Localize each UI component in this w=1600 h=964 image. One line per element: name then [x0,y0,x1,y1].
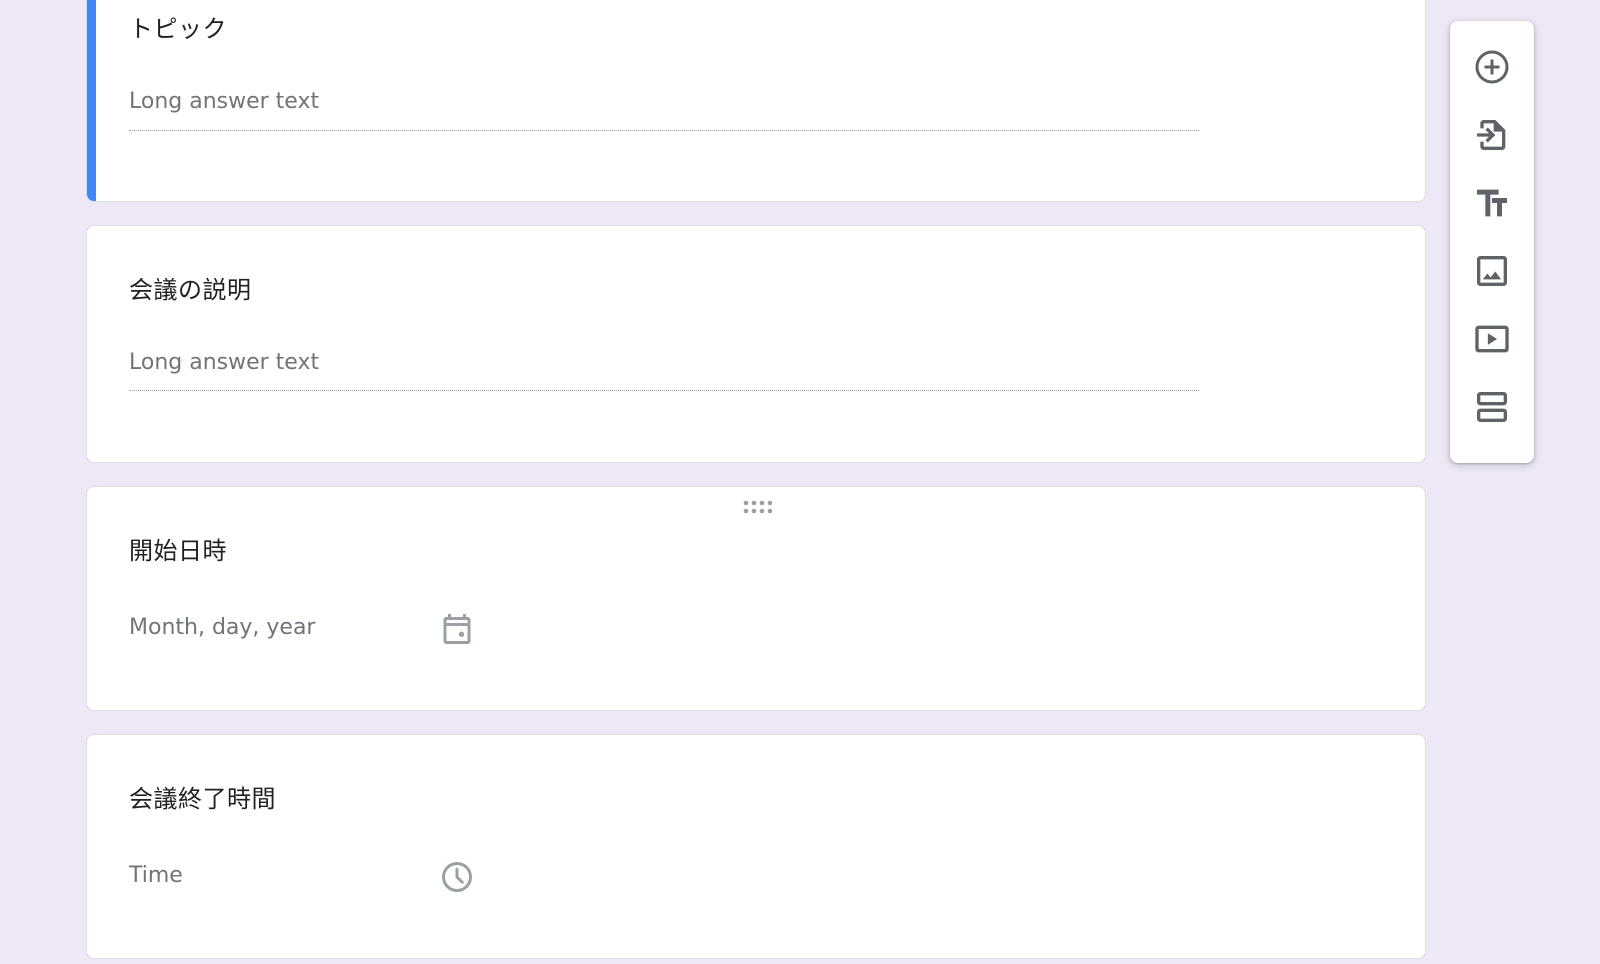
question-title[interactable]: トピック [129,9,227,44]
import-questions-icon [1477,120,1506,150]
question-card-end-time[interactable]: 会議終了時間 Time [86,734,1426,959]
question-card-topic[interactable]: トピック Long answer text [86,0,1426,202]
image-icon [1477,256,1507,286]
question-card-description[interactable]: 会議の説明 Long answer text [86,225,1426,463]
import-questions-button[interactable] [1462,105,1522,165]
section-icon [1477,392,1507,422]
question-title[interactable]: 開始日時 [129,531,227,566]
drag-handle-icon[interactable] [742,499,772,515]
active-card-indicator [87,0,96,201]
add-image-button[interactable] [1462,241,1522,301]
add-circle-icon [1475,50,1509,84]
add-question-button[interactable] [1462,37,1522,97]
question-card-start-date[interactable]: 開始日時 Month, day, year [86,486,1426,711]
long-answer-placeholder: Long answer text [129,89,320,114]
answer-underline [129,130,1199,131]
clock-icon [442,862,472,892]
add-title-description-button[interactable] [1462,173,1522,233]
title-text-icon [1477,189,1507,217]
question-title[interactable]: 会議の説明 [129,270,252,305]
video-icon [1475,325,1509,353]
time-placeholder: Time [129,863,183,888]
floating-toolbar [1450,21,1534,463]
answer-underline [129,390,1199,391]
calendar-icon [443,614,471,644]
add-video-button[interactable] [1462,309,1522,369]
add-section-button[interactable] [1462,377,1522,437]
date-placeholder: Month, day, year [129,615,316,640]
long-answer-placeholder: Long answer text [129,350,320,375]
question-title[interactable]: 会議終了時間 [129,779,276,814]
